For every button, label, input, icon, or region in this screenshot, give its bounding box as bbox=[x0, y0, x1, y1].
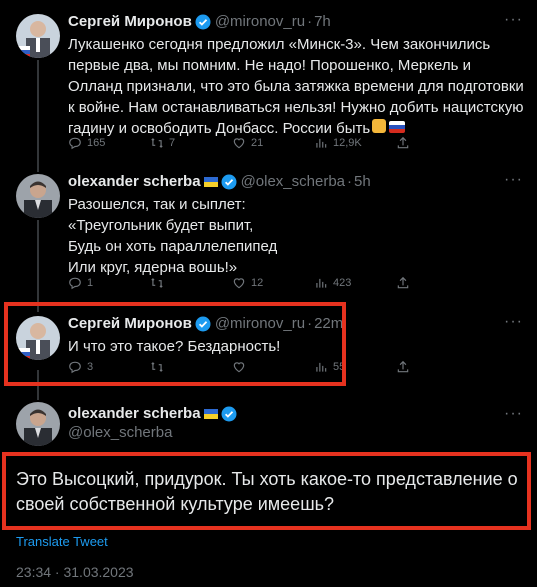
retweet-icon bbox=[151, 138, 163, 148]
separator-dot: · bbox=[347, 173, 353, 190]
views-icon bbox=[316, 278, 327, 288]
avatar[interactable] bbox=[16, 174, 60, 218]
highlight-box bbox=[2, 452, 531, 530]
retweet-button[interactable]: 7 bbox=[150, 136, 232, 150]
verified-badge-icon bbox=[221, 174, 237, 190]
reply-icon bbox=[69, 137, 81, 150]
display-name[interactable]: Сергей Миронов bbox=[68, 12, 192, 32]
thread-line bbox=[37, 220, 39, 312]
share-icon bbox=[397, 276, 409, 289]
display-name[interactable]: olexander scherba bbox=[68, 172, 201, 192]
avatar[interactable] bbox=[16, 402, 60, 446]
share-icon bbox=[397, 136, 409, 149]
handle[interactable]: @olex_scherba bbox=[68, 424, 172, 441]
translate-tweet-link[interactable]: Translate Tweet bbox=[16, 534, 108, 549]
tweet-actions: 165 7 21 12,9K bbox=[68, 134, 418, 152]
retweet-count: 7 bbox=[169, 137, 176, 149]
more-icon[interactable]: ··· bbox=[504, 12, 523, 28]
retweet-icon bbox=[151, 278, 163, 288]
ukraine-flag-icon bbox=[203, 177, 218, 187]
highlight-box bbox=[4, 302, 346, 386]
like-button[interactable]: 12 bbox=[232, 276, 314, 290]
avatar[interactable] bbox=[16, 14, 60, 58]
reply-button[interactable]: 1 bbox=[68, 276, 150, 290]
views-button[interactable]: 423 bbox=[314, 276, 396, 290]
reply-count: 165 bbox=[87, 137, 106, 149]
views-count: 423 bbox=[333, 277, 352, 289]
like-count: 12 bbox=[251, 277, 264, 289]
tweet-actions: 1 12 423 bbox=[68, 274, 418, 292]
views-button[interactable]: 12,9K bbox=[314, 136, 396, 150]
handle[interactable]: @olex_scherba bbox=[241, 172, 345, 192]
handle[interactable]: @mironov_ru bbox=[215, 12, 305, 32]
verified-badge-icon bbox=[195, 14, 211, 30]
more-icon[interactable]: ··· bbox=[504, 172, 523, 188]
tweet-timestamp[interactable]: 23:34 · 31.03.2023 bbox=[16, 564, 134, 580]
heart-icon bbox=[233, 138, 245, 149]
share-button[interactable] bbox=[396, 136, 415, 150]
more-icon[interactable]: ··· bbox=[504, 406, 523, 422]
heart-icon bbox=[233, 278, 245, 289]
views-icon bbox=[316, 138, 327, 148]
tweet-header: Сергей Миронов @mironov_ru · 7h bbox=[68, 12, 331, 32]
tweet-text: Разошелся, так и сыплет: «Треугольник бу… bbox=[68, 196, 278, 276]
reply-button[interactable]: 165 bbox=[68, 136, 150, 150]
like-count: 21 bbox=[251, 137, 264, 149]
timestamp[interactable]: 7h bbox=[314, 12, 331, 32]
tweet-header: olexander scherba bbox=[68, 404, 237, 424]
ukraine-flag-icon bbox=[203, 409, 218, 419]
views-count: 12,9K bbox=[333, 137, 362, 149]
verified-badge-icon bbox=[221, 406, 237, 422]
tweet-text-content: Лукашенко сегодня предложил «Минск-3». Ч… bbox=[68, 36, 528, 137]
share-button[interactable] bbox=[396, 360, 415, 374]
separator-dot: · bbox=[307, 13, 313, 30]
tweet-text: Лукашенко сегодня предложил «Минск-3». Ч… bbox=[68, 34, 524, 139]
share-button[interactable] bbox=[396, 276, 415, 290]
timestamp[interactable]: 5h bbox=[354, 172, 371, 192]
fist-emoji-icon bbox=[372, 119, 387, 133]
more-icon[interactable]: ··· bbox=[504, 314, 523, 330]
like-button[interactable]: 21 bbox=[232, 136, 314, 150]
reply-icon bbox=[69, 277, 81, 290]
share-icon bbox=[397, 360, 409, 373]
thread-line bbox=[37, 60, 39, 172]
tweet-header: olexander scherba @olex_scherba · 5h bbox=[68, 172, 371, 192]
russia-flag-icon bbox=[389, 121, 406, 133]
display-name[interactable]: olexander scherba bbox=[68, 404, 201, 424]
reply-count: 1 bbox=[87, 277, 94, 289]
retweet-button[interactable] bbox=[150, 276, 232, 290]
